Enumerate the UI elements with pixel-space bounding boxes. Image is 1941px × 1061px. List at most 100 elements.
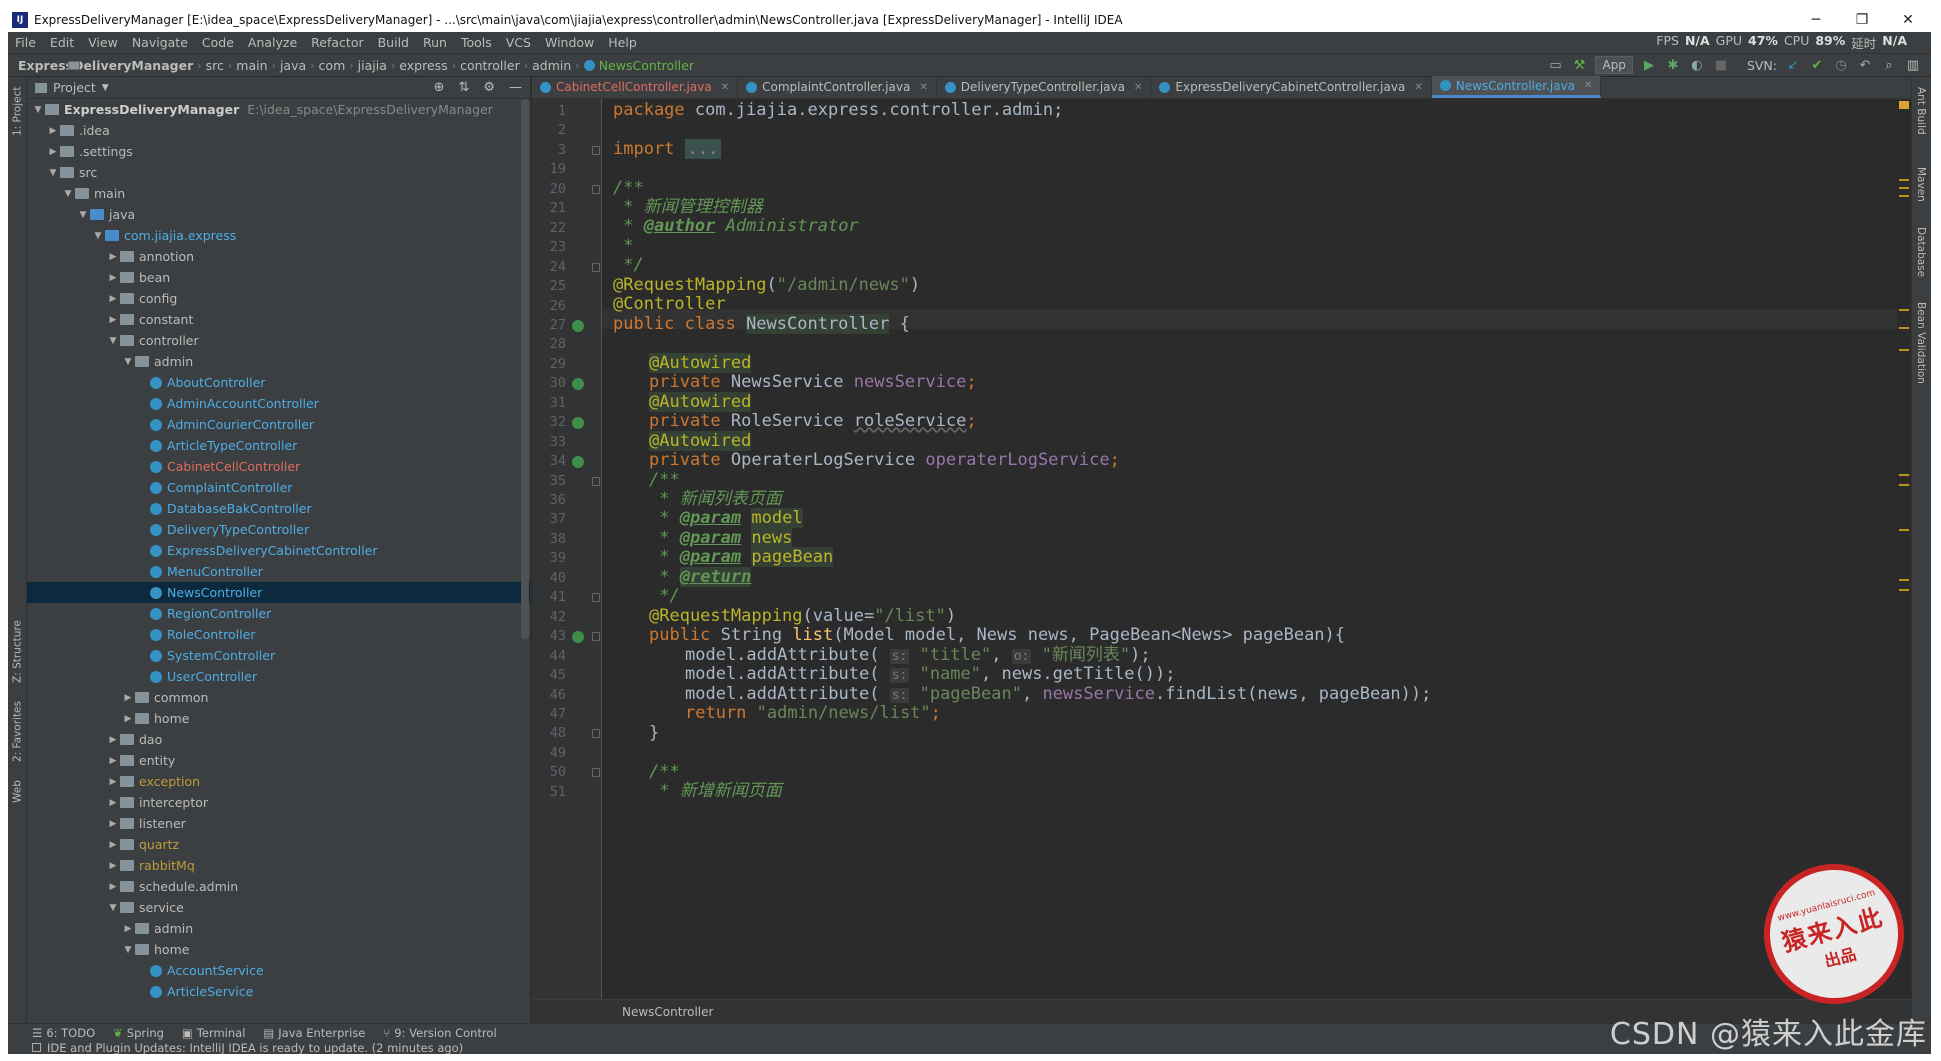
breadcrumb-item[interactable]: controller (68, 58, 524, 73)
run-icon[interactable]: ▶ (1641, 57, 1657, 73)
version-control-tab[interactable]: ⑂ 9: Version Control (383, 1026, 496, 1040)
build-hammer-icon[interactable]: ⚒ (1571, 57, 1587, 73)
menu-build[interactable]: Build (371, 35, 416, 50)
tree-item[interactable]: ▶ .idea (27, 120, 530, 141)
tree-item[interactable]: DeliveryTypeController (27, 519, 530, 540)
tree-item[interactable]: AdminCourierController (27, 414, 530, 435)
chevron-right-icon[interactable]: ▶ (121, 924, 135, 934)
tree-item[interactable]: ▶ entity (27, 750, 530, 771)
stop-icon[interactable]: ■ (1713, 57, 1729, 73)
status-message[interactable]: IDE and Plugin Updates: IntelliJ IDEA is… (47, 1041, 463, 1055)
tree-item[interactable]: AdminAccountController (27, 393, 530, 414)
inspection-marker[interactable] (1899, 101, 1909, 109)
breadcrumb-item[interactable]: jiajia (68, 58, 391, 73)
chevron-right-icon[interactable]: ▶ (106, 882, 120, 892)
menu-vcs[interactable]: VCS (499, 35, 538, 50)
tree-item[interactable]: ▶ bean (27, 267, 530, 288)
history-icon[interactable]: ◷ (1833, 57, 1849, 73)
warning-marker[interactable] (1899, 484, 1909, 486)
tree-item[interactable]: ▶ .settings (27, 141, 530, 162)
fold-marker-icon[interactable] (592, 145, 600, 155)
tree-item[interactable]: ▼ com.jiajia.express (27, 225, 530, 246)
tree-item[interactable]: ▶ schedule.admin (27, 876, 530, 897)
close-tab-icon[interactable]: ✕ (1414, 82, 1422, 93)
chevron-down-icon[interactable]: ▼ (121, 945, 135, 955)
chevron-right-icon[interactable]: ▶ (106, 294, 120, 304)
search-icon[interactable]: ⌕ (1881, 57, 1897, 73)
chevron-down-icon[interactable]: ▼ (46, 168, 60, 178)
tree-item[interactable]: ComplaintController (27, 477, 530, 498)
gear-icon[interactable]: ⚙ (483, 80, 495, 95)
tree-item[interactable]: ▼ service (27, 897, 530, 918)
coverage-icon[interactable]: ◐ (1689, 57, 1705, 73)
chevron-down-icon[interactable]: ▼ (91, 231, 105, 241)
spring-tab[interactable]: ❦ Spring (113, 1026, 164, 1040)
tree-item[interactable]: ▶ admin (27, 918, 530, 939)
tree-item[interactable]: ▼ controller (27, 330, 530, 351)
chevron-right-icon[interactable]: ▶ (106, 840, 120, 850)
menu-help[interactable]: Help (601, 35, 644, 50)
tree-item[interactable]: ▶ annotion (27, 246, 530, 267)
chevron-right-icon[interactable]: ▶ (106, 756, 120, 766)
menu-file[interactable]: File (8, 35, 43, 50)
breadcrumb-item[interactable]: express (68, 58, 451, 73)
chevron-right-icon[interactable]: ▶ (121, 693, 135, 703)
chevron-right-icon[interactable]: ▶ (121, 714, 135, 724)
breadcrumb-item[interactable]: ExpressDeliveryManager (14, 58, 197, 73)
chevron-down-icon[interactable]: ▼ (61, 189, 75, 199)
java-enterprise-tab[interactable]: ▤ Java Enterprise (263, 1026, 365, 1040)
bean-gutter-icon[interactable] (572, 319, 584, 332)
bean-validation-tab[interactable]: Bean Validation (1911, 302, 1931, 402)
locate-icon[interactable]: ⊕ (434, 80, 445, 95)
fold-marker-icon[interactable] (592, 632, 600, 642)
structure-tool-tab[interactable]: Z: Structure (8, 617, 27, 687)
menu-navigate[interactable]: Navigate (125, 35, 195, 50)
chevron-right-icon[interactable]: ▶ (106, 861, 120, 871)
chevron-right-icon[interactable]: ▶ (106, 777, 120, 787)
fold-marker-icon[interactable] (592, 593, 600, 603)
warning-marker[interactable] (1899, 579, 1909, 581)
editor-tab[interactable]: NewsController.java ✕ (1431, 76, 1602, 98)
tree-item[interactable]: ▼ ExpressDeliveryManager E:\idea_space\Exp… (27, 99, 530, 120)
chevron-right-icon[interactable]: ▶ (106, 315, 120, 325)
tree-item[interactable]: ▼ src (27, 162, 530, 183)
close-tab-icon[interactable]: ✕ (919, 82, 927, 93)
chevron-down-icon[interactable]: ▼ (106, 336, 120, 346)
project-view-select[interactable]: Project (53, 80, 96, 95)
tree-item[interactable]: ArticleTypeController (27, 435, 530, 456)
breadcrumb-item[interactable]: main (68, 58, 271, 73)
web-tool-tab[interactable]: Web (8, 777, 27, 807)
chevron-right-icon[interactable]: ▶ (106, 252, 120, 262)
tree-item[interactable]: ▶ constant (27, 309, 530, 330)
fold-marker-icon[interactable] (592, 729, 600, 739)
tree-item[interactable]: ▼ admin (27, 351, 530, 372)
tree-item[interactable]: DatabaseBakController (27, 498, 530, 519)
warning-marker[interactable] (1899, 474, 1909, 476)
menu-window[interactable]: Window (538, 35, 601, 50)
fold-marker-icon[interactable] (592, 184, 600, 194)
chevron-right-icon[interactable]: ▶ (106, 273, 120, 283)
maven-tab[interactable]: Maven (1911, 167, 1931, 217)
debug-icon[interactable]: ✱ (1665, 57, 1681, 73)
close-tab-icon[interactable]: ✕ (1134, 82, 1142, 93)
chevron-right-icon[interactable]: ▶ (46, 147, 60, 157)
tree-item[interactable]: ▼ java (27, 204, 530, 225)
hide-icon[interactable]: — (509, 80, 522, 95)
project-scrollbar[interactable] (521, 99, 529, 639)
tree-item[interactable]: AboutController (27, 372, 530, 393)
todo-tab[interactable]: ☰ 6: TODO (32, 1026, 95, 1040)
collapse-all-icon[interactable]: ⇅ (458, 80, 469, 95)
tree-item[interactable]: MenuController (27, 561, 530, 582)
close-tab-icon[interactable]: ✕ (1584, 80, 1592, 91)
database-tab[interactable]: Database (1911, 227, 1931, 292)
editor-tab[interactable]: CabinetCellController.java ✕ (532, 76, 739, 98)
bean-gutter-icon[interactable] (572, 456, 584, 469)
warning-marker[interactable] (1899, 349, 1909, 351)
fold-marker-icon[interactable] (592, 476, 600, 486)
menu-run[interactable]: Run (416, 35, 454, 50)
warning-marker[interactable] (1899, 195, 1909, 197)
minimize-button[interactable]: ─ (1793, 12, 1839, 28)
bean-gutter-icon[interactable] (572, 631, 584, 644)
chevron-right-icon[interactable]: ▶ (46, 126, 60, 136)
breadcrumb-item[interactable]: admin (68, 58, 575, 73)
